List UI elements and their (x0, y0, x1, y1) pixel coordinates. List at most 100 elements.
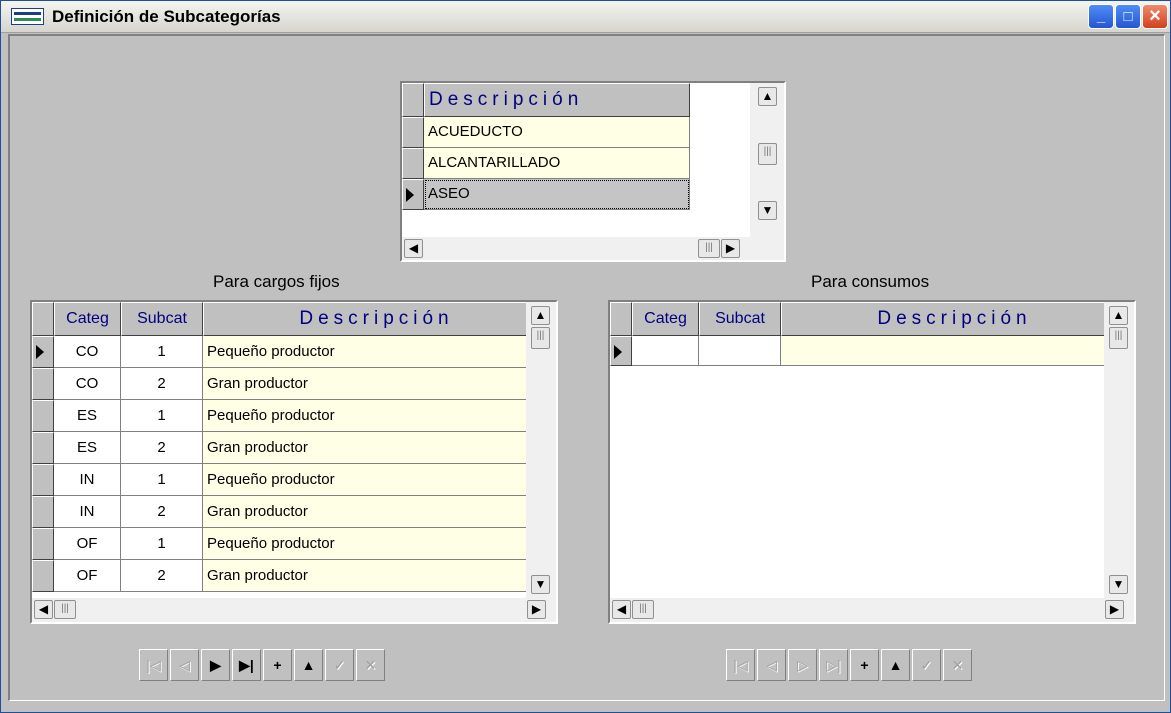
categ-cell[interactable]: OF (54, 528, 121, 560)
desc-cell[interactable]: Pequeño productor (203, 528, 550, 560)
prior-record-button[interactable]: ◁ (170, 649, 199, 681)
vertical-scrollbar[interactable]: ▲ ||| ▼ (750, 83, 784, 237)
scroll-left-icon[interactable]: ◀ (34, 600, 53, 619)
desc-cell[interactable]: Pequeño productor (203, 464, 550, 496)
cancel-edit-button[interactable]: ✕ (356, 649, 385, 681)
scroll-right-icon[interactable]: ▶ (527, 600, 546, 619)
column-header-descripcion[interactable]: Descripción (781, 302, 1128, 336)
prior-record-button[interactable]: ◁ (757, 649, 786, 681)
scroll-right-icon[interactable]: ▶ (1105, 600, 1124, 619)
cargos-fijos-grid[interactable]: Categ Subcat Descripción CO 1 Pequeño prod… (30, 300, 558, 624)
subcat-cell[interactable]: 2 (121, 560, 203, 592)
scroll-left-icon[interactable]: ◀ (612, 600, 631, 619)
insert-record-button[interactable]: + (850, 649, 879, 681)
form-body: Descripción ACUEDUCTO ALCANTARILLADO ASEO … (8, 34, 1165, 701)
new-row-desc-cell[interactable] (781, 336, 1128, 366)
categ-cell[interactable]: IN (54, 496, 121, 528)
scroll-down-icon[interactable]: ▼ (531, 575, 550, 594)
subcat-cell[interactable]: 1 (121, 400, 203, 432)
scroll-thumb[interactable]: ||| (54, 600, 76, 619)
subcat-cell[interactable]: 1 (121, 464, 203, 496)
scroll-up-icon[interactable]: ▲ (531, 306, 550, 325)
column-header-descripcion[interactable]: Descripción (424, 83, 690, 117)
first-record-button[interactable]: |◁ (726, 649, 755, 681)
cargos-fijos-label: Para cargos fijos (213, 272, 340, 291)
categ-cell[interactable]: CO (54, 336, 121, 368)
subcat-cell[interactable]: 2 (121, 496, 203, 528)
row-indicator[interactable] (32, 496, 54, 528)
column-header-subcat[interactable]: Subcat (121, 302, 203, 336)
delete-record-button[interactable]: ▲ (881, 649, 910, 681)
consumos-navigator: |◁ ◁ ▷ ▷| + ▲ ✓ ✕ (726, 649, 974, 681)
column-header-descripcion[interactable]: Descripción (203, 302, 550, 336)
row-indicator[interactable] (32, 368, 54, 400)
subcat-cell[interactable]: 1 (121, 528, 203, 560)
scroll-up-icon[interactable]: ▲ (1109, 306, 1128, 325)
new-row-subcat-cell[interactable] (699, 336, 781, 366)
desc-cell[interactable]: Pequeño productor (203, 400, 550, 432)
cancel-edit-button[interactable]: ✕ (943, 649, 972, 681)
categ-cell[interactable]: IN (54, 464, 121, 496)
horizontal-scrollbar[interactable]: ◀ ||| ▶ (402, 237, 784, 260)
service-row[interactable]: ALCANTARILLADO (424, 148, 690, 179)
desc-cell[interactable]: Gran productor (203, 496, 550, 528)
post-edit-button[interactable]: ✓ (325, 649, 354, 681)
row-indicator[interactable] (32, 560, 54, 592)
scroll-thumb[interactable]: ||| (632, 600, 654, 619)
scroll-down-icon[interactable]: ▼ (1109, 575, 1128, 594)
scroll-up-icon[interactable]: ▲ (758, 87, 777, 106)
next-record-button[interactable]: ▷ (788, 649, 817, 681)
row-indicator[interactable] (32, 336, 54, 368)
first-record-button[interactable]: |◁ (139, 649, 168, 681)
consumos-grid[interactable]: Categ Subcat Descripción ▲ ||| ▼ ◀ ||| ▶ (608, 300, 1136, 624)
row-indicator[interactable] (32, 464, 54, 496)
categ-cell[interactable]: ES (54, 400, 121, 432)
current-row-indicator[interactable] (610, 336, 632, 366)
horizontal-scrollbar[interactable]: ◀ ||| ▶ (610, 598, 1134, 622)
app-icon[interactable] (11, 8, 44, 25)
categ-cell[interactable]: ES (54, 432, 121, 464)
new-row-categ-cell[interactable] (632, 336, 699, 366)
scroll-left-icon[interactable]: ◀ (404, 239, 423, 258)
insert-record-button[interactable]: + (263, 649, 292, 681)
scroll-thumb[interactable]: ||| (531, 327, 550, 349)
maximize-button[interactable]: □ (1115, 4, 1141, 29)
column-header-categ[interactable]: Categ (632, 302, 699, 336)
row-indicator[interactable] (402, 179, 424, 210)
minimize-button[interactable]: _ (1088, 4, 1114, 29)
title-bar[interactable]: Definición de Subcategorías _ □ × (1, 1, 1170, 33)
row-indicator[interactable] (32, 432, 54, 464)
scroll-thumb[interactable]: ||| (1109, 327, 1128, 349)
row-indicator[interactable] (402, 148, 424, 179)
subcat-cell[interactable]: 2 (121, 432, 203, 464)
delete-record-button[interactable]: ▲ (294, 649, 323, 681)
post-edit-button[interactable]: ✓ (912, 649, 941, 681)
scroll-thumb[interactable]: ||| (758, 143, 777, 165)
desc-cell[interactable]: Pequeño productor (203, 336, 550, 368)
row-indicator[interactable] (32, 528, 54, 560)
row-indicator[interactable] (402, 117, 424, 148)
desc-cell[interactable]: Gran productor (203, 432, 550, 464)
services-grid[interactable]: Descripción ACUEDUCTO ALCANTARILLADO ASEO … (400, 81, 786, 262)
vertical-scrollbar[interactable]: ▲ ||| ▼ (1104, 302, 1134, 598)
scroll-down-icon[interactable]: ▼ (758, 201, 777, 220)
subcat-cell[interactable]: 1 (121, 336, 203, 368)
categ-cell[interactable]: CO (54, 368, 121, 400)
vertical-scrollbar[interactable]: ▲ ||| ▼ (526, 302, 556, 598)
column-header-subcat[interactable]: Subcat (699, 302, 781, 336)
desc-cell[interactable]: Gran productor (203, 560, 550, 592)
horizontal-scrollbar[interactable]: ◀ ||| ▶ (32, 598, 556, 622)
column-header-categ[interactable]: Categ (54, 302, 121, 336)
service-row[interactable]: ASEO (424, 179, 690, 210)
scroll-right-icon[interactable]: ▶ (721, 239, 740, 258)
last-record-button[interactable]: ▷| (819, 649, 848, 681)
next-record-button[interactable]: ▶ (201, 649, 230, 681)
desc-cell[interactable]: Gran productor (203, 368, 550, 400)
service-row[interactable]: ACUEDUCTO (424, 117, 690, 148)
last-record-button[interactable]: ▶| (232, 649, 261, 681)
close-button[interactable]: × (1142, 4, 1168, 29)
row-indicator[interactable] (32, 400, 54, 432)
scroll-thumb[interactable]: ||| (698, 239, 720, 258)
subcat-cell[interactable]: 2 (121, 368, 203, 400)
categ-cell[interactable]: OF (54, 560, 121, 592)
